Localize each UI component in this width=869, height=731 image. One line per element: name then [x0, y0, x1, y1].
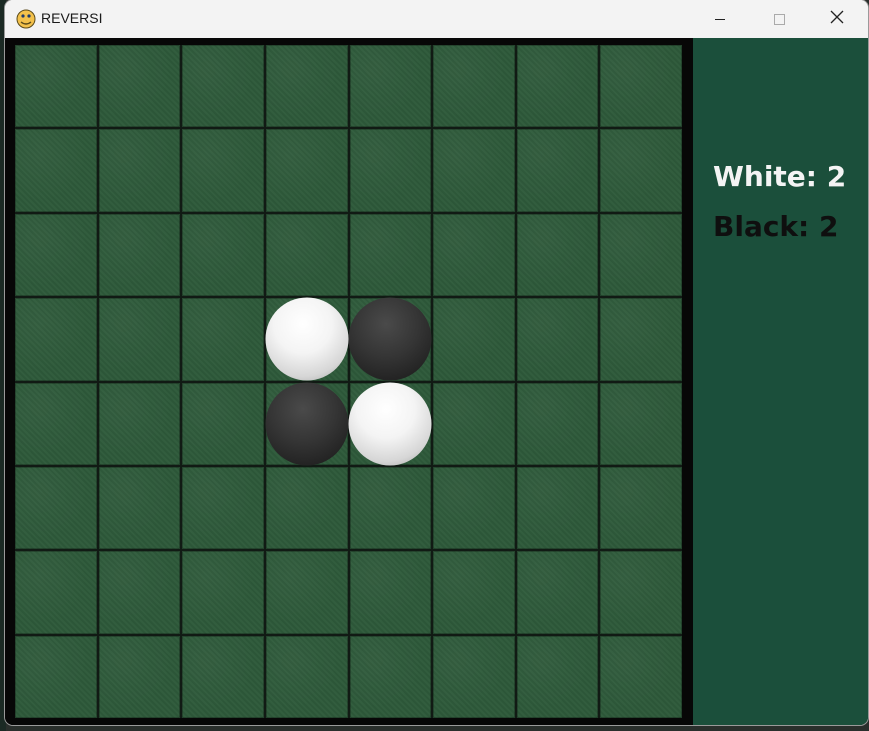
board-cell[interactable]	[265, 129, 348, 212]
board-cell[interactable]	[600, 382, 682, 465]
board-cell[interactable]	[600, 635, 682, 718]
board-cell[interactable]	[349, 129, 432, 212]
board-cell[interactable]	[98, 635, 181, 718]
black-disc	[348, 297, 432, 381]
board-cell[interactable]	[15, 298, 97, 381]
board-cell[interactable]	[600, 45, 682, 128]
reversi-board	[15, 45, 682, 718]
board-cell[interactable]	[516, 382, 599, 465]
board-cell[interactable]	[15, 382, 97, 465]
board-cell[interactable]	[182, 635, 264, 718]
board-cell[interactable]	[15, 45, 97, 128]
board-cell[interactable]	[182, 466, 264, 550]
board-frame	[5, 38, 693, 725]
board-cell[interactable]	[516, 45, 599, 128]
board-cell[interactable]	[182, 45, 264, 128]
board-cell[interactable]	[433, 129, 515, 212]
score-panel: White: 2 Black: 2	[693, 38, 868, 725]
board-cell[interactable]	[349, 213, 432, 297]
title-bar[interactable]: REVERSI	[5, 0, 868, 38]
maximize-icon	[773, 13, 785, 25]
board-cell[interactable]	[600, 551, 682, 634]
white-disc	[348, 382, 432, 466]
board-cell[interactable]	[182, 298, 264, 381]
board-cell[interactable]	[349, 551, 432, 634]
board-cell[interactable]	[15, 551, 97, 634]
board-cell[interactable]	[433, 382, 515, 465]
minimize-button[interactable]	[691, 0, 749, 38]
close-button[interactable]	[808, 0, 866, 38]
board-cell[interactable]	[98, 298, 181, 381]
board-cell[interactable]	[265, 466, 348, 550]
board-cell[interactable]	[516, 298, 599, 381]
maximize-button[interactable]	[750, 0, 808, 38]
board-cell[interactable]	[265, 551, 348, 634]
white-score: White: 2	[713, 160, 847, 193]
white-disc	[265, 297, 349, 381]
board-cell[interactable]	[516, 635, 599, 718]
board-cell[interactable]	[265, 297, 349, 381]
board-cell[interactable]	[265, 45, 348, 128]
game-area: White: 2 Black: 2	[5, 38, 868, 725]
board-cell[interactable]	[433, 466, 515, 550]
black-disc	[265, 382, 349, 466]
board-cell[interactable]	[15, 129, 97, 212]
board-cell[interactable]	[15, 466, 97, 550]
board-cell[interactable]	[98, 45, 181, 128]
board-cell[interactable]	[265, 213, 348, 297]
board-cell[interactable]	[433, 213, 515, 297]
board-cell[interactable]	[265, 635, 348, 718]
pygame-snake-icon	[15, 8, 37, 30]
board-cell[interactable]	[98, 466, 181, 550]
board-cell[interactable]	[600, 129, 682, 212]
board-cell[interactable]	[516, 466, 599, 550]
board-cell[interactable]	[433, 551, 515, 634]
board-cell[interactable]	[15, 213, 97, 297]
board-cell[interactable]	[348, 382, 432, 466]
black-score: Black: 2	[713, 210, 839, 243]
board-cell[interactable]	[349, 635, 432, 718]
board-cell[interactable]	[98, 551, 181, 634]
board-cell[interactable]	[600, 466, 682, 550]
board-cell[interactable]	[600, 298, 682, 381]
board-cell[interactable]	[516, 551, 599, 634]
board-cell[interactable]	[433, 635, 515, 718]
board-cell[interactable]	[349, 466, 432, 550]
board-cell[interactable]	[600, 213, 682, 297]
board-cell[interactable]	[98, 129, 181, 212]
board-cell[interactable]	[182, 129, 264, 212]
board-cell[interactable]	[98, 213, 181, 297]
board-cell[interactable]	[516, 129, 599, 212]
window-title: REVERSI	[41, 10, 103, 26]
board-cell[interactable]	[265, 382, 349, 466]
board-cell[interactable]	[516, 213, 599, 297]
app-window: REVERSI White: 2 Black: 2	[5, 0, 868, 725]
board-cell[interactable]	[182, 382, 264, 465]
board-cell[interactable]	[15, 635, 97, 718]
board-cell[interactable]	[348, 297, 432, 381]
minimize-icon	[715, 18, 725, 20]
board-cell[interactable]	[182, 551, 264, 634]
board-cell[interactable]	[433, 45, 515, 128]
board-cell[interactable]	[349, 45, 432, 128]
close-icon	[830, 10, 844, 29]
board-cell[interactable]	[433, 298, 515, 381]
board-cell[interactable]	[98, 382, 181, 465]
board-cell[interactable]	[182, 213, 264, 297]
